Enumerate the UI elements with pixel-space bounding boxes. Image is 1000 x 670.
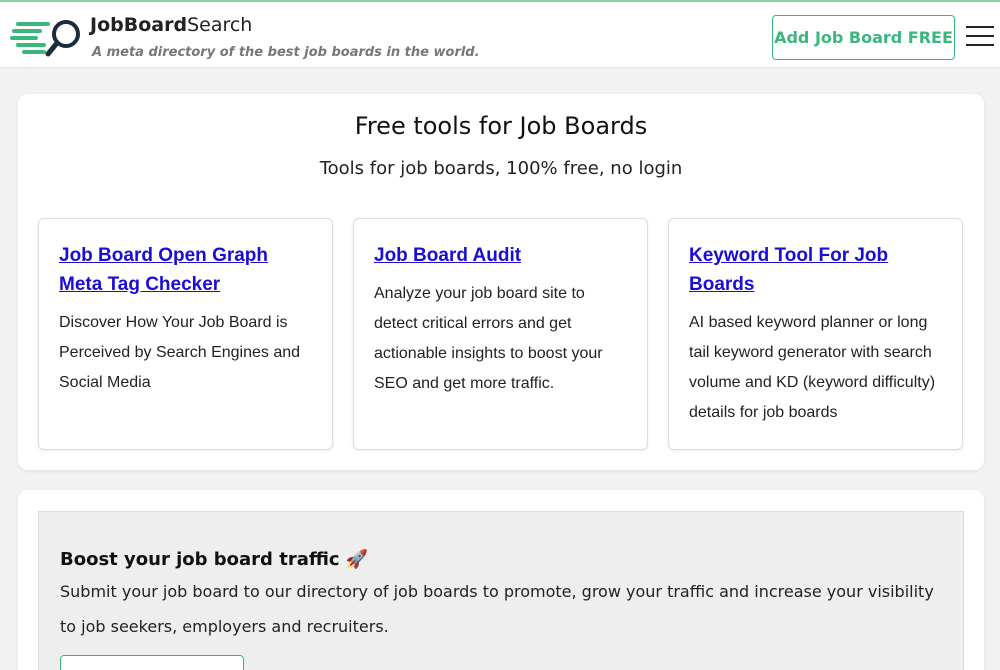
promo-button[interactable] bbox=[60, 655, 244, 670]
tool-description: Discover How Your Job Board is Perceived… bbox=[59, 314, 301, 391]
tool-card-audit: Job Board Audit Analyze your job board s… bbox=[353, 218, 648, 450]
rocket-icon: 🚀 bbox=[345, 549, 369, 570]
promo-title: Boost your job board traffic 🚀 bbox=[60, 549, 369, 570]
logo-icon[interactable] bbox=[10, 16, 86, 60]
section-subtitle: Tools for job boards, 100% free, no logi… bbox=[319, 158, 683, 179]
free-tools-card: Free tools for Job Boards Tools for job … bbox=[18, 94, 984, 470]
tagline: A meta directory of the best job boards … bbox=[92, 45, 480, 60]
tool-card-open-graph: Job Board Open Graph Meta Tag Checker Di… bbox=[38, 218, 333, 450]
tool-link-keyword[interactable]: Keyword Tool For Job Boards bbox=[689, 241, 942, 299]
tool-card-keyword: Keyword Tool For Job Boards AI based key… bbox=[668, 218, 963, 450]
tool-link-open-graph[interactable]: Job Board Open Graph Meta Tag Checker bbox=[59, 241, 312, 299]
add-job-board-button[interactable]: Add Job Board FREE bbox=[772, 15, 955, 60]
site-header: JobBoardSearch A meta directory of the b… bbox=[0, 0, 1000, 68]
tool-description: Analyze your job board site to detect cr… bbox=[374, 285, 603, 392]
brand-name[interactable]: JobBoardSearch bbox=[90, 14, 252, 36]
tool-description: AI based keyword planner or long tail ke… bbox=[689, 314, 936, 421]
promo-text: Submit your job board to our directory o… bbox=[60, 582, 934, 636]
promo-box: Boost your job board traffic 🚀 Submit yo… bbox=[38, 511, 964, 670]
section-title: Free tools for Job Boards bbox=[354, 112, 648, 140]
tool-link-audit[interactable]: Job Board Audit bbox=[374, 241, 627, 270]
hamburger-menu-icon[interactable] bbox=[966, 26, 994, 46]
boost-traffic-card: Boost your job board traffic 🚀 Submit yo… bbox=[18, 490, 984, 670]
